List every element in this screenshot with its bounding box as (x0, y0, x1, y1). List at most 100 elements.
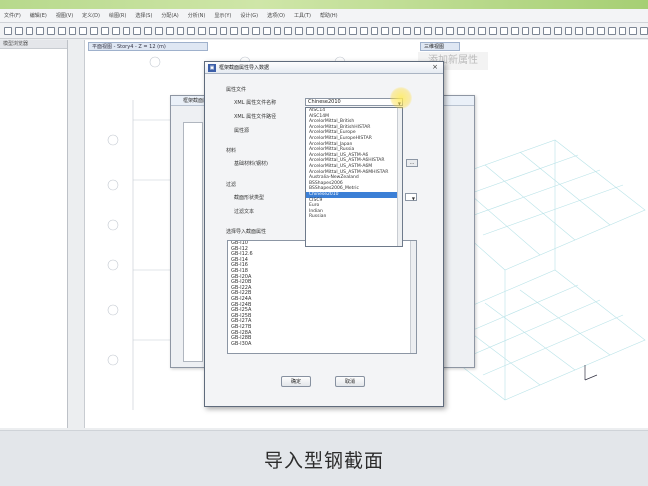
toolbar-tool-icon[interactable] (101, 26, 109, 35)
toolbar-tool-icon[interactable] (165, 26, 174, 35)
menubar: 文件(F) 编辑(E) 视图(V) 定义(D) 绘图(R) 选择(S) 分配(A) 分析(N)… (0, 9, 648, 23)
menu-item[interactable]: 分配(A) (161, 12, 178, 19)
menu-item[interactable]: 工具(T) (294, 12, 311, 19)
toolbar-tool-icon[interactable] (316, 26, 325, 35)
toolbar-tool-icon[interactable] (607, 26, 616, 35)
section-type-select[interactable]: ▼ (405, 193, 417, 201)
toolbar-tool-icon[interactable] (467, 26, 476, 35)
toolbar-tool-icon[interactable] (575, 26, 584, 35)
property-file-group-label: 属性文件 (226, 87, 247, 93)
toolbar-tool-icon[interactable] (251, 26, 260, 35)
toolbar-tool-icon[interactable] (273, 26, 282, 35)
toolbar-tool-icon[interactable] (187, 26, 196, 35)
section-list-item[interactable]: GB-I30A (228, 341, 416, 348)
toolbar-tool-icon[interactable] (392, 26, 400, 35)
toolbar-tool-icon[interactable] (618, 26, 627, 35)
toolbar-tool-icon[interactable] (36, 26, 45, 35)
toolbar-tool-icon[interactable] (198, 26, 206, 35)
import-dialog-titlebar: ▣ 框架截面属性导入数据 × (205, 62, 443, 74)
menu-item[interactable]: 定义(D) (82, 12, 100, 19)
filter-group-label: 过滤 (226, 182, 237, 188)
section-listbox[interactable]: GB-I10 GB-I12 GB-I12.6 GB-I14 GB-I16 GB-I18 GB… (227, 240, 417, 354)
dropdown-scrollbar[interactable] (397, 108, 402, 246)
toolbar-tool-icon[interactable] (25, 26, 34, 35)
toolbar-tool-icon[interactable] (4, 26, 12, 35)
toolbar-tool-icon[interactable] (338, 26, 346, 35)
dropdown-option[interactable]: Russian (306, 214, 402, 220)
toolbar-tool-icon[interactable] (241, 26, 249, 35)
menu-item[interactable]: 视图(V) (56, 12, 73, 19)
toolbar-tool-icon[interactable] (381, 26, 390, 35)
select-sections-label: 选择导入截面属性 (226, 229, 267, 235)
toolbar-tool-icon[interactable] (284, 26, 293, 35)
toolbar-tool-icon[interactable] (532, 26, 541, 35)
toolbar-tool-icon[interactable] (499, 26, 508, 35)
toolbar-tool-icon[interactable] (553, 26, 562, 35)
toolbar-tool-icon[interactable] (295, 26, 303, 35)
toolbar-tool-icon[interactable] (90, 26, 99, 35)
base-material-label: 基础材料(钢材) (234, 161, 268, 167)
toolbar-tool-icon[interactable] (176, 26, 185, 35)
tab-3d-view[interactable]: 三维视图 (420, 42, 460, 51)
toolbar-tool-icon[interactable] (14, 26, 23, 35)
listbox-scrollbar[interactable] (410, 241, 416, 353)
toolbar-tool-icon[interactable] (144, 26, 152, 35)
toolbar-tool-icon[interactable] (510, 26, 519, 35)
toolbar-tool-icon[interactable] (122, 26, 131, 35)
toolbar-tool-icon[interactable] (629, 26, 638, 35)
toolbar-tool-icon[interactable] (596, 26, 605, 35)
xml-file-value: Chinese2010 (308, 99, 341, 105)
toolbar-tool-icon[interactable] (435, 26, 444, 35)
toolbar-tool-icon[interactable] (640, 26, 648, 35)
toolbar-tool-icon[interactable] (564, 26, 573, 35)
menu-item[interactable]: 显示(Y) (214, 12, 231, 19)
toolbar-tool-icon[interactable] (219, 26, 228, 35)
close-icon[interactable]: × (430, 63, 440, 72)
toolbar-tool-icon[interactable] (413, 26, 422, 35)
toolbar-tool-icon[interactable] (154, 26, 163, 35)
cancel-button[interactable]: 取消 (335, 376, 365, 387)
menu-item[interactable]: 编辑(E) (30, 12, 47, 19)
toolbar-tool-icon[interactable] (424, 26, 433, 35)
toolbar-tool-icon[interactable] (446, 26, 454, 35)
toolbar-tool-icon[interactable] (349, 26, 357, 35)
toolbar-tool-icon[interactable] (327, 26, 336, 35)
cursor-highlight (390, 87, 412, 109)
menu-item[interactable]: 选项(O) (267, 12, 285, 19)
toolbar-tool-icon[interactable] (79, 26, 88, 35)
toolbar-tool-icon[interactable] (111, 26, 120, 35)
toolbar-tool-icon[interactable] (478, 26, 487, 35)
toolbar-tool-icon[interactable] (359, 26, 368, 35)
frame-properties-list[interactable] (183, 122, 203, 362)
tab-plan-view[interactable]: 平面视图 - Story4 - Z = 12 (m) (88, 42, 208, 51)
source-label: 属性源 (234, 128, 250, 134)
menu-item[interactable]: 绘图(R) (109, 12, 126, 19)
chevron-down-icon: ▼ (411, 196, 415, 201)
menu-item[interactable]: 分析(N) (188, 12, 206, 19)
toolbar-tool-icon[interactable] (262, 26, 271, 35)
toolbar-tool-icon[interactable] (586, 26, 594, 35)
material-group-label: 材料 (226, 148, 237, 154)
toolbar-tool-icon[interactable] (305, 26, 314, 35)
toolbar-tool-icon[interactable] (230, 26, 239, 35)
toolbar-tool-icon[interactable] (57, 26, 66, 35)
ok-button[interactable]: 确定 (281, 376, 311, 387)
toolbar-tool-icon[interactable] (543, 26, 551, 35)
toolbar-tool-icon[interactable] (456, 26, 465, 35)
toolbar-tool-icon[interactable] (521, 26, 530, 35)
menu-item[interactable]: 文件(F) (4, 12, 21, 19)
menu-item[interactable]: 设计(G) (240, 12, 258, 19)
toolbar-tool-icon[interactable] (208, 26, 217, 35)
xml-file-label: XML 属性文件名称 (234, 100, 277, 106)
toolbar-tool-icon[interactable] (47, 26, 55, 35)
toolbar-tool-icon[interactable] (133, 26, 142, 35)
toolbar-tool-icon[interactable] (402, 26, 411, 35)
xml-file-select[interactable]: Chinese2010 ▼ (305, 98, 403, 106)
toolbar-tool-icon[interactable] (489, 26, 497, 35)
toolbar-tool-icon[interactable] (370, 26, 379, 35)
xml-file-dropdown-list[interactable]: AISC14 AISC14M ArcelorMittal_British Arcelo… (305, 107, 403, 247)
toolbar-tool-icon[interactable] (68, 26, 77, 35)
menu-item[interactable]: 选择(S) (135, 12, 152, 19)
menu-item[interactable]: 帮助(H) (320, 12, 338, 19)
material-more-button[interactable]: … (406, 159, 418, 167)
